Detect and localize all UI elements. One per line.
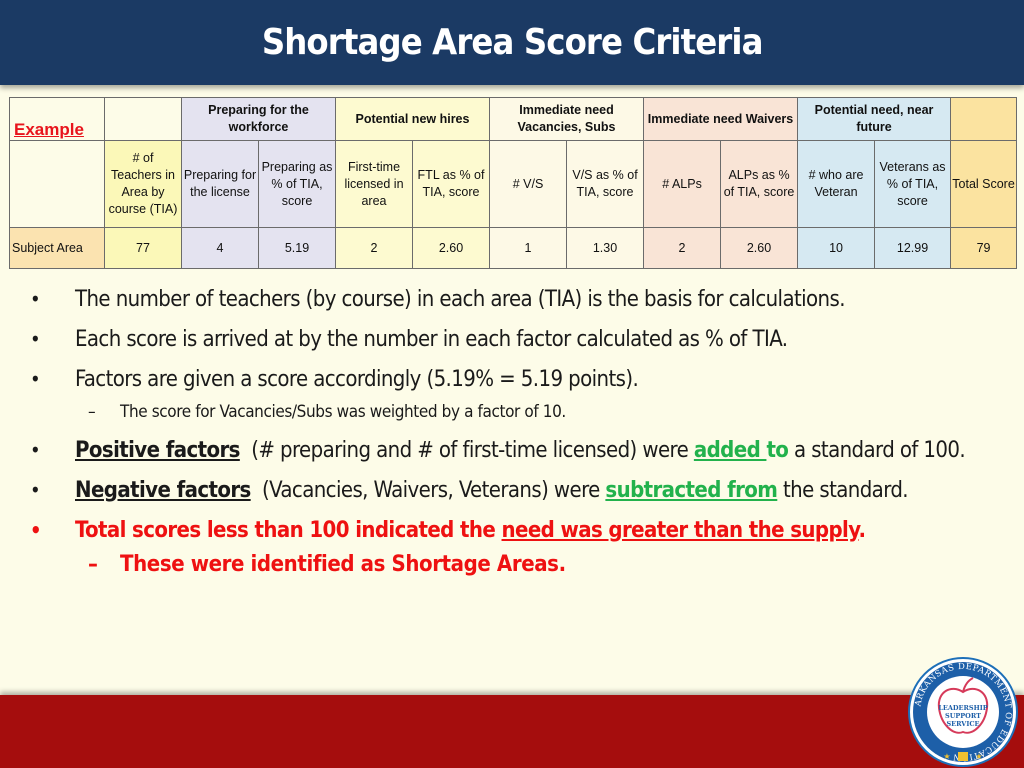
column-header: V/S as % of TIA, score (566, 140, 645, 228)
bullet-list: • The number of teachers (by course) in … (30, 282, 970, 588)
column-header: # ALPs (643, 140, 722, 228)
bullet-icon: • (30, 327, 41, 351)
table-cell: 2 (335, 227, 413, 269)
group-preparing: Preparing for the workforce (181, 97, 336, 141)
column-header: First-time licensed in area (335, 140, 413, 228)
bullet-text: a standard of 100. (794, 438, 966, 463)
criteria-table: Example Preparing for the workforce Pote… (9, 97, 1018, 269)
bullet-item: • Factors are given a score accordingly … (30, 362, 970, 397)
table-cell: 2.60 (411, 227, 491, 269)
column-header-row: # of Teachers in Area by course (TIA) Pr… (9, 140, 1018, 228)
positive-factors-label: Positive factors (75, 438, 240, 463)
column-header: # of Teachers in Area by course (TIA) (104, 140, 182, 228)
arkansas-education-seal-logo: ARKANSAS DEPARTMENT OF EDUCATION LEADERS… (908, 657, 1018, 767)
column-header: Total Score (950, 140, 1018, 228)
column-header: Veterans as % of TIA, score (874, 140, 952, 228)
subtracted-highlight: subtracted from (605, 478, 778, 503)
bullet-item-positive-factors: • Positive factors (# preparing and # of… (30, 433, 970, 468)
table-row: Subject Area 77 4 5.19 2 2.60 1 1.30 2 2… (9, 227, 1018, 269)
seal-line-3: SERVICE (946, 720, 979, 728)
dash-icon: – (88, 402, 96, 422)
bullet-icon: • (30, 518, 42, 542)
table-cell: 12.99 (874, 227, 952, 269)
slide-title: Shortage Area Score Criteria (261, 22, 764, 63)
bullet-icon: • (30, 367, 41, 391)
table-cell: 1 (489, 227, 568, 269)
table-cell: 4 (181, 227, 259, 269)
bullet-icon: • (30, 287, 41, 311)
bullet-text: Factors are given a score accordingly (5… (75, 367, 639, 392)
negative-factors-label: Negative factors (75, 478, 251, 503)
to-highlight: to (766, 438, 789, 463)
column-header: FTL as % of TIA, score (411, 140, 491, 228)
row-label: Subject Area (9, 227, 105, 269)
footer-band (0, 695, 1024, 768)
title-bar: Shortage Area Score Criteria (0, 0, 1024, 85)
sub-bullet-item: – The score for Vacancies/Subs was weigh… (30, 399, 970, 425)
empty-cell (950, 97, 1018, 141)
empty-cell (104, 97, 182, 141)
bullet-icon: • (30, 478, 41, 502)
group-future: Potential need, near future (797, 97, 952, 141)
seal-line-2: SUPPORT (945, 712, 981, 720)
need-greater-highlight: need was greater than the supply (501, 518, 860, 543)
table-cell: 77 (104, 227, 182, 269)
bullet-item: • The number of teachers (by course) in … (30, 282, 970, 317)
sub-bullet-text: These were identified as Shortage Areas. (120, 552, 566, 577)
total-score-cell: 79 (950, 227, 1018, 269)
bullet-text: (Vacancies, Waivers, Veterans) were (262, 478, 600, 503)
bullet-item-negative-factors: • Negative factors (Vacancies, Waivers, … (30, 473, 970, 508)
dash-icon: – (88, 552, 98, 577)
state-shape-icon (958, 752, 968, 761)
column-header: Preparing for the license (181, 140, 259, 228)
table-cell: 10 (797, 227, 876, 269)
added-highlight: added (693, 438, 767, 463)
table-cell: 5.19 (258, 227, 336, 269)
column-header: # who are Veteran (797, 140, 876, 228)
bullet-text: The number of teachers (by course) in ea… (75, 287, 845, 312)
sub-bullet-text: The score for Vacancies/Subs was weighte… (120, 402, 566, 422)
group-potential-hires: Potential new hires (334, 97, 491, 141)
bullet-item-total-scores: • Total scores less than 100 indicated t… (30, 513, 970, 548)
bullet-item: • Each score is arrived at by the number… (30, 322, 970, 357)
group-header-row: Example Preparing for the workforce Pote… (9, 97, 1018, 141)
seal-line-1: LEADERSHIP (938, 704, 987, 712)
empty-cell (9, 140, 105, 228)
bullet-text: Each score is arrived at by the number i… (75, 327, 788, 352)
bullet-text: the standard. (782, 478, 909, 503)
bullet-text: (# preparing and # of first-time license… (251, 438, 689, 463)
star-icon: ★ (943, 752, 950, 761)
column-header: ALPs as % of TIA, score (720, 140, 799, 228)
group-vacancies: Immediate need Vacancies, Subs (489, 97, 645, 141)
bullet-end: . (858, 518, 867, 543)
example-label: Example (9, 97, 105, 141)
table-cell: 2 (643, 227, 722, 269)
bullet-text: Total scores less than 100 indicated the (75, 518, 502, 543)
star-icon: ★ (975, 752, 982, 761)
bullet-icon: • (30, 438, 41, 462)
group-waivers: Immediate need Waivers (643, 97, 799, 141)
table-cell: 1.30 (566, 227, 645, 269)
column-header: Preparing as % of TIA, score (258, 140, 336, 228)
sub-bullet-shortage: – These were identified as Shortage Area… (30, 550, 970, 580)
table-cell: 2.60 (720, 227, 799, 269)
column-header: # V/S (489, 140, 568, 228)
